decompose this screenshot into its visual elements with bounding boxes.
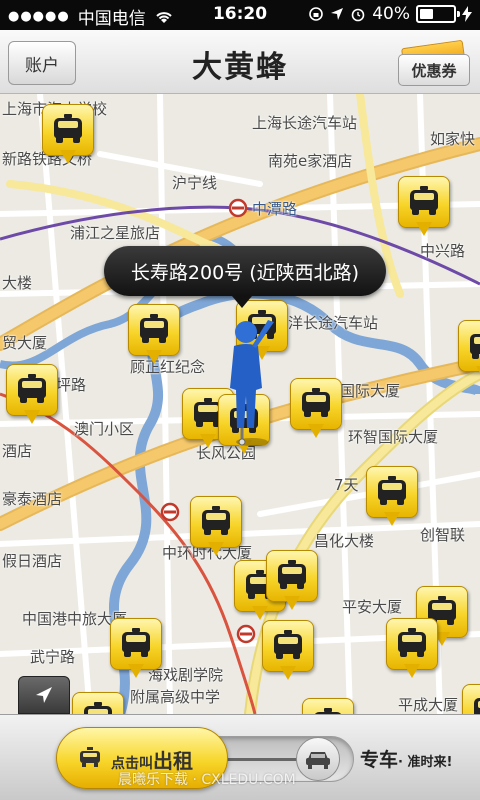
taxi-icon [82,702,114,714]
premium-car-label: 专车 [360,749,399,771]
coupon-button[interactable]: 优惠券 [398,39,470,86]
charging-icon [462,6,472,22]
poi-label: 坪路 [56,376,87,394]
premium-car-knob[interactable] [296,737,340,781]
taxi-icon [16,374,48,404]
nav-bar: 账户 大黄蜂 优惠券 [0,30,480,94]
poi-label: 如家快 [430,130,476,148]
bottom-bar: 点击叫出租 专车· 准时来! 晨曦乐下载 · CXLEDU.COM [0,714,480,800]
poi-label: 昌化大楼 [314,532,375,550]
user-location-icon [230,320,274,446]
taxi-marker[interactable] [398,176,480,246]
poi-label: 平安大厦 [342,598,403,616]
poi-label: 平成大厦 [398,696,459,714]
locate-button[interactable] [18,676,70,714]
taxi-marker[interactable] [110,618,192,688]
taxi-marker[interactable] [386,618,468,688]
poi-label: 假日酒店 [2,552,63,570]
taxi-marker[interactable] [302,698,354,714]
taxi-icon [80,747,100,767]
poi-label: 7天 [334,476,359,494]
coupon-label: 优惠券 [398,54,470,86]
taxi-icon [472,694,480,714]
taxi-icon [300,388,332,418]
taxi-marker[interactable] [266,550,348,620]
car-icon [306,752,330,769]
address-callout[interactable]: 长寿路200号 (近陕西北路) [104,246,386,308]
alarm-icon [351,8,365,22]
taxi-icon [276,560,308,590]
taxi-icon [468,330,480,360]
taxi-icon [138,314,170,344]
taxi-icon [376,476,408,506]
rotation-lock-icon [309,7,324,21]
poi-label: 上海长途汽车站 [252,114,358,132]
poi-label: 贸大厦 [2,334,48,352]
poi-label: 澳门小区 [74,420,135,438]
taxi-marker[interactable] [128,304,210,374]
status-bar: ●●●●● 中国电信 16:20 40% [0,0,480,30]
poi-label: 中潭路 [252,200,298,218]
taxi-icon [120,628,152,658]
taxi-marker[interactable] [290,378,372,448]
poi-label: 武宁路 [30,648,76,666]
taxi-icon [396,628,428,658]
taxi-marker[interactable] [190,496,272,566]
premium-car-sub: · 准时来! [398,755,453,770]
taxi-marker[interactable] [366,466,448,536]
taxi-marker[interactable] [262,620,344,690]
location-arrow-icon [331,8,344,20]
poi-label: 南苑e家酒店 [268,152,353,170]
poi-label: 沪宁线 [172,174,218,192]
poi-label: 酒店 [2,442,33,460]
taxi-marker[interactable] [462,684,480,714]
poi-label: 国际大厦 [340,382,401,400]
battery-icon [416,5,460,23]
compass-arrow-icon [36,687,52,703]
taxi-marker[interactable] [6,364,88,434]
poi-label: 浦江之星旅店 [70,224,161,242]
watermark: 晨曦乐下载 · CXLEDU.COM [118,772,296,788]
premium-car-option[interactable]: 专车· 准时来! [360,745,452,772]
battery-percent: 40% [372,4,410,24]
poi-label: 附属高级中学 [130,688,221,706]
taxi-marker[interactable] [72,692,124,714]
poi-label: 大楼 [2,274,33,292]
map-view[interactable]: 上海市海山学校 上海长途汽车站 如家快 新路铁路文桥 南苑e家酒店 沪宁线 中潭… [0,94,480,714]
taxi-icon [52,114,84,144]
taxi-icon [408,186,440,216]
taxi-marker[interactable] [42,104,124,174]
taxi-icon [272,630,304,660]
taxi-icon [200,506,232,536]
poi-label: 环智国际大厦 [348,428,439,446]
poi-label: 创智联 [420,526,466,544]
poi-label: 豪泰酒店 [2,490,63,508]
taxi-marker[interactable] [458,320,480,390]
poi-label: 洋长途汽车站 [288,314,379,332]
